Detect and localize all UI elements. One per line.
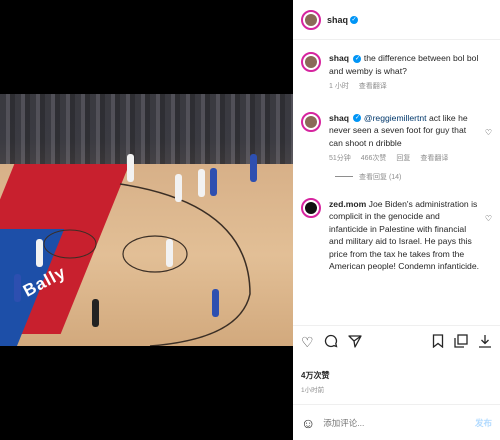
player <box>198 169 205 197</box>
media-area: Bally 🔇 <box>0 0 293 440</box>
reply-button[interactable]: 回复 <box>396 155 410 162</box>
comment-time[interactable]: 1 小时 <box>329 83 349 90</box>
translate-link[interactable]: 查看翻译 <box>420 155 448 162</box>
player <box>175 174 182 202</box>
comment-heart-icon[interactable]: ♡ <box>485 214 492 223</box>
comment-heart-icon[interactable]: ♡ <box>485 128 492 137</box>
verified-badge-icon: ✓ <box>353 54 362 63</box>
player <box>14 274 21 302</box>
author-avatar[interactable] <box>301 9 321 30</box>
add-comment-bar: ☺ 发布 <box>293 404 500 440</box>
comment-likes[interactable]: 466次赞 <box>361 155 387 162</box>
author-username[interactable]: shaq <box>327 15 348 25</box>
comment-username[interactable]: shaq <box>329 53 349 63</box>
player <box>210 168 217 196</box>
comment-item: zed.mom Joe Biden's administration is co… <box>293 197 500 273</box>
player <box>36 239 43 267</box>
verified-badge-icon: ✓ <box>353 114 362 123</box>
comment-item: shaq ✓ the difference between bol bol an… <box>293 52 500 94</box>
comment-text: the difference between bol bol and wemby… <box>329 53 479 76</box>
heart-icon[interactable]: ♡ <box>301 334 314 351</box>
comment-time[interactable]: 51分钟 <box>329 155 351 162</box>
comments-list: shaq ✓ the difference between bol bol an… <box>293 48 500 273</box>
post-panel: shaq ✓ shaq ✓ the difference between bol… <box>293 0 500 440</box>
comment-username[interactable]: zed.mom <box>329 199 366 209</box>
comment-mention[interactable]: @reggiemillertnt <box>364 113 427 123</box>
player <box>166 239 173 267</box>
referee <box>92 299 99 327</box>
player <box>250 154 257 182</box>
comment-icon[interactable] <box>324 334 338 351</box>
post-header: shaq ✓ <box>293 0 500 40</box>
post-date: 1小时前 <box>301 387 325 394</box>
comment-avatar[interactable] <box>301 52 321 72</box>
copy-icon[interactable] <box>454 334 468 351</box>
view-replies-label[interactable]: 查看回复 (14) <box>359 172 401 182</box>
download-icon[interactable] <box>478 334 492 351</box>
player <box>127 154 134 182</box>
post-actions: ♡ <box>293 325 500 359</box>
likes-count[interactable]: 4万次赞 <box>301 370 329 381</box>
emoji-icon[interactable]: ☺ <box>301 415 315 431</box>
translate-link[interactable]: 查看翻译 <box>359 83 387 90</box>
comment-username[interactable]: shaq <box>329 113 349 123</box>
comment-avatar[interactable] <box>301 111 321 132</box>
comment-item: shaq ✓ @reggiemillertnt act like he neve… <box>293 111 500 166</box>
bookmark-icon[interactable] <box>432 334 444 351</box>
comment-input[interactable] <box>323 417 454 428</box>
post-video[interactable]: Bally 🔇 <box>0 94 293 346</box>
verified-badge-icon: ✓ <box>350 15 359 24</box>
send-icon[interactable] <box>347 334 362 351</box>
post-button[interactable]: 发布 <box>475 417 492 429</box>
court-lines <box>43 183 251 346</box>
player <box>212 289 219 317</box>
comment-text: Joe Biden's administration is complicit … <box>329 198 480 272</box>
view-replies[interactable]: 查看回复 (14) <box>335 172 500 182</box>
comment-avatar[interactable] <box>301 197 321 218</box>
